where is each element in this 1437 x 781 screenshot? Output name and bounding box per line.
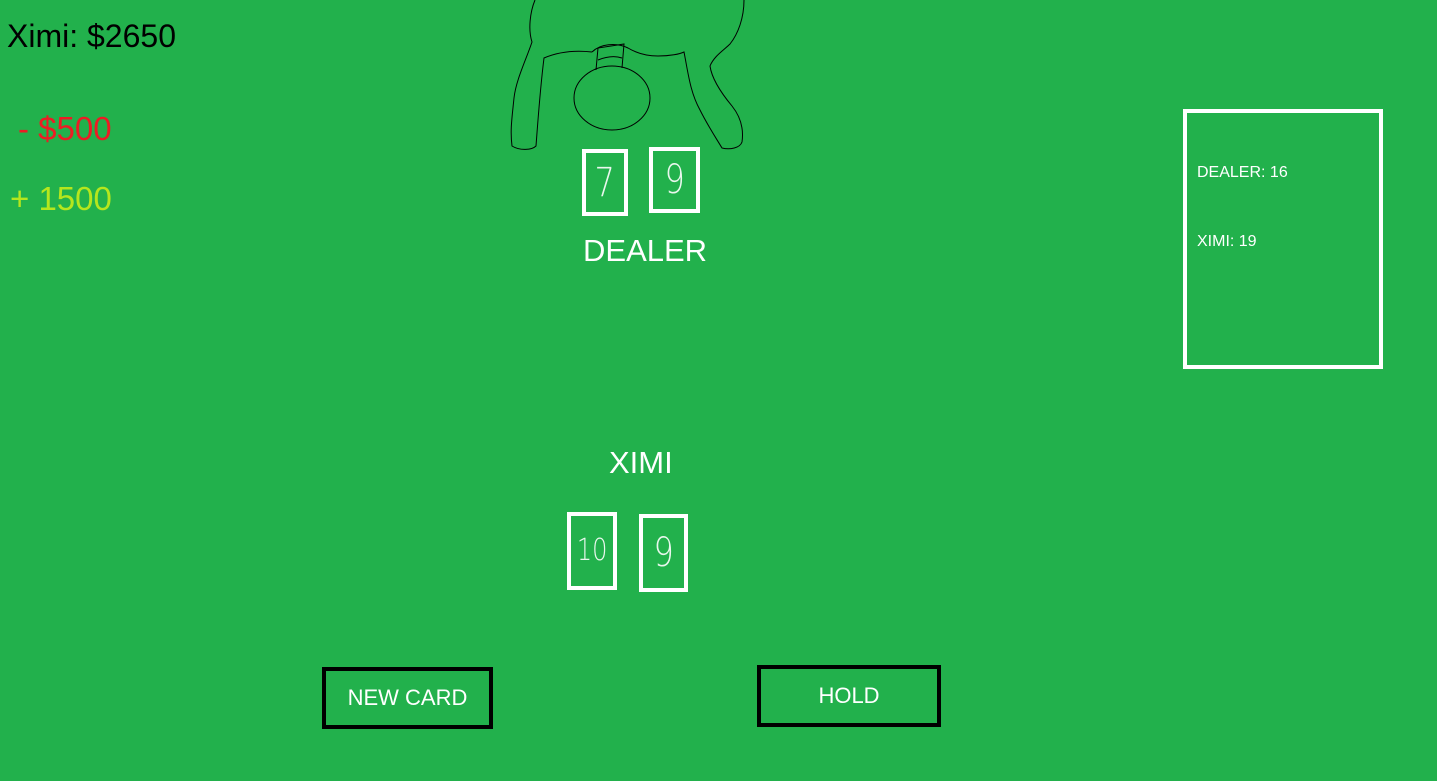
dealer-label: DEALER [583,233,708,268]
dealer-card-value: 7 [594,159,616,206]
player-card-value: 9 [653,530,674,576]
dealer-figure-icon [510,0,745,150]
player-balance: Ximi: $2650 [7,18,176,54]
player-score: XIMI: 19 [1197,233,1257,250]
player-card-value: 10 [576,533,608,568]
new-card-button[interactable]: NEW CARD [322,667,493,729]
bet-gain: + 1500 [10,180,112,217]
dealer-card: 9 [649,147,700,213]
dealer-card-value: 9 [664,157,685,203]
hold-button[interactable]: HOLD [757,665,941,727]
bet-loss: - $500 [18,110,112,147]
score-panel: DEALER: 16 XIMI: 19 [1183,109,1383,369]
dealer-card: 7 [582,149,628,216]
player-card: 10 [567,512,617,590]
dealer-score: DEALER: 16 [1197,164,1288,181]
player-card: 9 [639,514,688,592]
player-label: XIMI [609,445,673,480]
